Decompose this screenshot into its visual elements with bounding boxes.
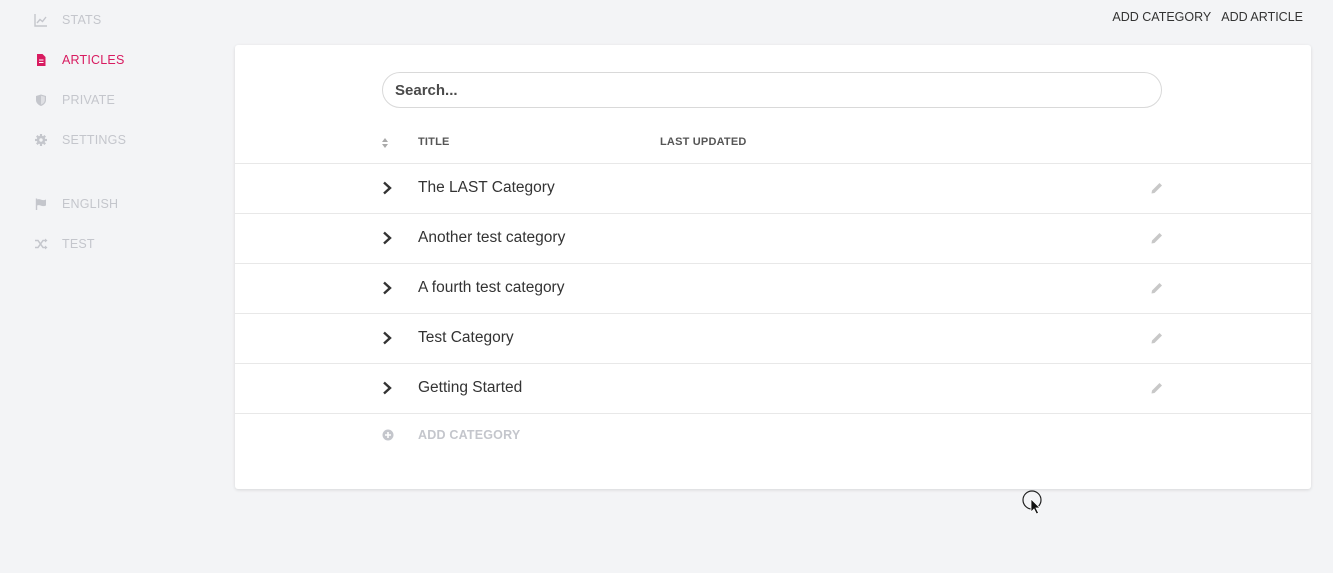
add-category-button[interactable]: ADD CATEGORY (1112, 10, 1211, 24)
shield-icon (34, 93, 48, 107)
sidebar-item-english[interactable]: ENGLISH (34, 194, 118, 214)
table-row[interactable]: A fourth test category (235, 264, 1311, 314)
table-row[interactable]: Another test category (235, 214, 1311, 264)
column-header-title[interactable]: TITLE (418, 136, 450, 148)
table-header: TITLE LAST UPDATED (235, 130, 1311, 164)
sidebar-item-label: PRIVATE (62, 93, 116, 107)
chevron-right-icon[interactable] (380, 180, 394, 196)
sidebar-item-label: SETTINGS (62, 133, 127, 147)
table-row[interactable]: Getting Started (235, 364, 1311, 414)
sidebar-item-stats[interactable]: STATS (34, 10, 101, 30)
categories-card: TITLE LAST UPDATED The LAST Category Ano… (235, 45, 1311, 489)
row-title: The LAST Category (418, 179, 555, 196)
chevron-right-icon[interactable] (380, 280, 394, 296)
sidebar-item-label: ENGLISH (62, 197, 119, 211)
table-row[interactable]: Test Category (235, 314, 1311, 364)
table-row[interactable]: The LAST Category (235, 164, 1311, 214)
sort-icon[interactable] (380, 135, 390, 151)
column-header-last-updated[interactable]: LAST UPDATED (660, 136, 747, 148)
row-title: Test Category (418, 329, 514, 346)
add-category-row[interactable]: ADD CATEGORY (235, 414, 1311, 458)
sidebar-item-private[interactable]: PRIVATE (34, 90, 115, 110)
sidebar-item-label: TEST (62, 237, 95, 251)
pencil-icon[interactable] (1149, 180, 1165, 196)
sidebar-item-test[interactable]: TEST (34, 234, 95, 254)
pencil-icon[interactable] (1149, 330, 1165, 346)
flag-icon (34, 197, 48, 211)
pencil-icon[interactable] (1149, 280, 1165, 296)
gear-icon (34, 133, 48, 147)
chevron-right-icon[interactable] (380, 330, 394, 346)
plus-circle-icon (381, 428, 395, 442)
add-article-button[interactable]: ADD ARTICLE (1221, 10, 1303, 24)
pencil-icon[interactable] (1149, 230, 1165, 246)
sidebar-item-label: ARTICLES (62, 53, 125, 67)
chevron-right-icon[interactable] (380, 380, 394, 396)
search-input[interactable] (382, 72, 1162, 108)
shuffle-icon (34, 237, 48, 251)
add-category-label: ADD CATEGORY (418, 428, 521, 442)
pencil-icon[interactable] (1149, 380, 1165, 396)
chart-line-icon (34, 13, 48, 27)
chevron-right-icon[interactable] (380, 230, 394, 246)
mouse-cursor-icon (1021, 490, 1045, 518)
sidebar-item-articles[interactable]: ARTICLES (34, 50, 125, 70)
sidebar-item-settings[interactable]: SETTINGS (34, 130, 126, 150)
row-title: A fourth test category (418, 279, 565, 296)
document-icon (34, 53, 48, 67)
row-title: Getting Started (418, 379, 523, 396)
header-actions: ADD CATEGORY ADD ARTICLE (1112, 10, 1303, 24)
row-title: Another test category (418, 229, 566, 246)
sidebar-item-label: STATS (62, 13, 102, 27)
